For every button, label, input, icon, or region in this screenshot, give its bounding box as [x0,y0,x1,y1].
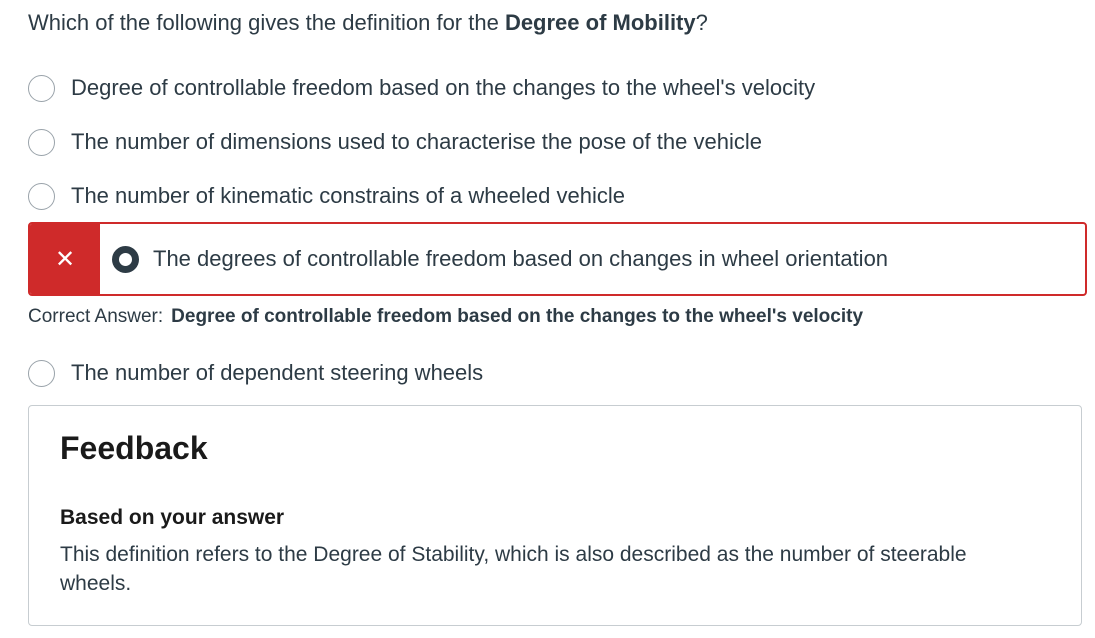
feedback-body: This definition refers to the Degree of … [60,543,967,595]
answer-option-1[interactable]: Degree of controllable freedom based on … [28,73,815,103]
correct-answer-value: Degree of controllable freedom based on … [171,306,864,327]
answer-option-4-selected-incorrect[interactable]: ✕ The degrees of controllable freedom ba… [28,222,1087,296]
question-term: Degree of Mobility [504,10,696,35]
radio-button[interactable] [28,74,55,102]
answer-option-5[interactable]: The number of dependent steering wheels [28,358,483,388]
incorrect-marker: ✕ [30,224,100,294]
answer-option-3[interactable]: The number of kinematic constrains of a … [28,181,625,211]
answer-option-label: The degrees of controllable freedom base… [153,246,889,271]
answer-option-2[interactable]: The number of dimensions used to charact… [28,127,762,157]
close-icon: ✕ [54,245,76,273]
radio-button[interactable] [28,182,55,210]
question-prefix: Which of the following gives the definit… [28,10,505,35]
answer-option-label: The number of dimensions used to charact… [71,129,762,154]
question-text: Which of the following gives the definit… [28,8,708,38]
feedback-panel: Feedback Based on your answer This defin… [28,405,1082,626]
feedback-title: Feedback [60,430,208,466]
feedback-subtitle: Based on your answer [60,506,285,529]
radio-button[interactable] [28,359,55,387]
correct-answer-label: Correct Answer: [28,306,164,327]
radio-button-selected[interactable] [112,245,139,273]
answer-option-label: Degree of controllable freedom based on … [71,75,816,100]
radio-button[interactable] [28,128,55,156]
answer-option-label: The number of kinematic constrains of a … [71,183,625,208]
question-suffix: ? [695,10,708,35]
answer-option-label: The number of dependent steering wheels [71,360,484,385]
correct-answer: Correct Answer: Degree of controllable fr… [28,303,863,331]
